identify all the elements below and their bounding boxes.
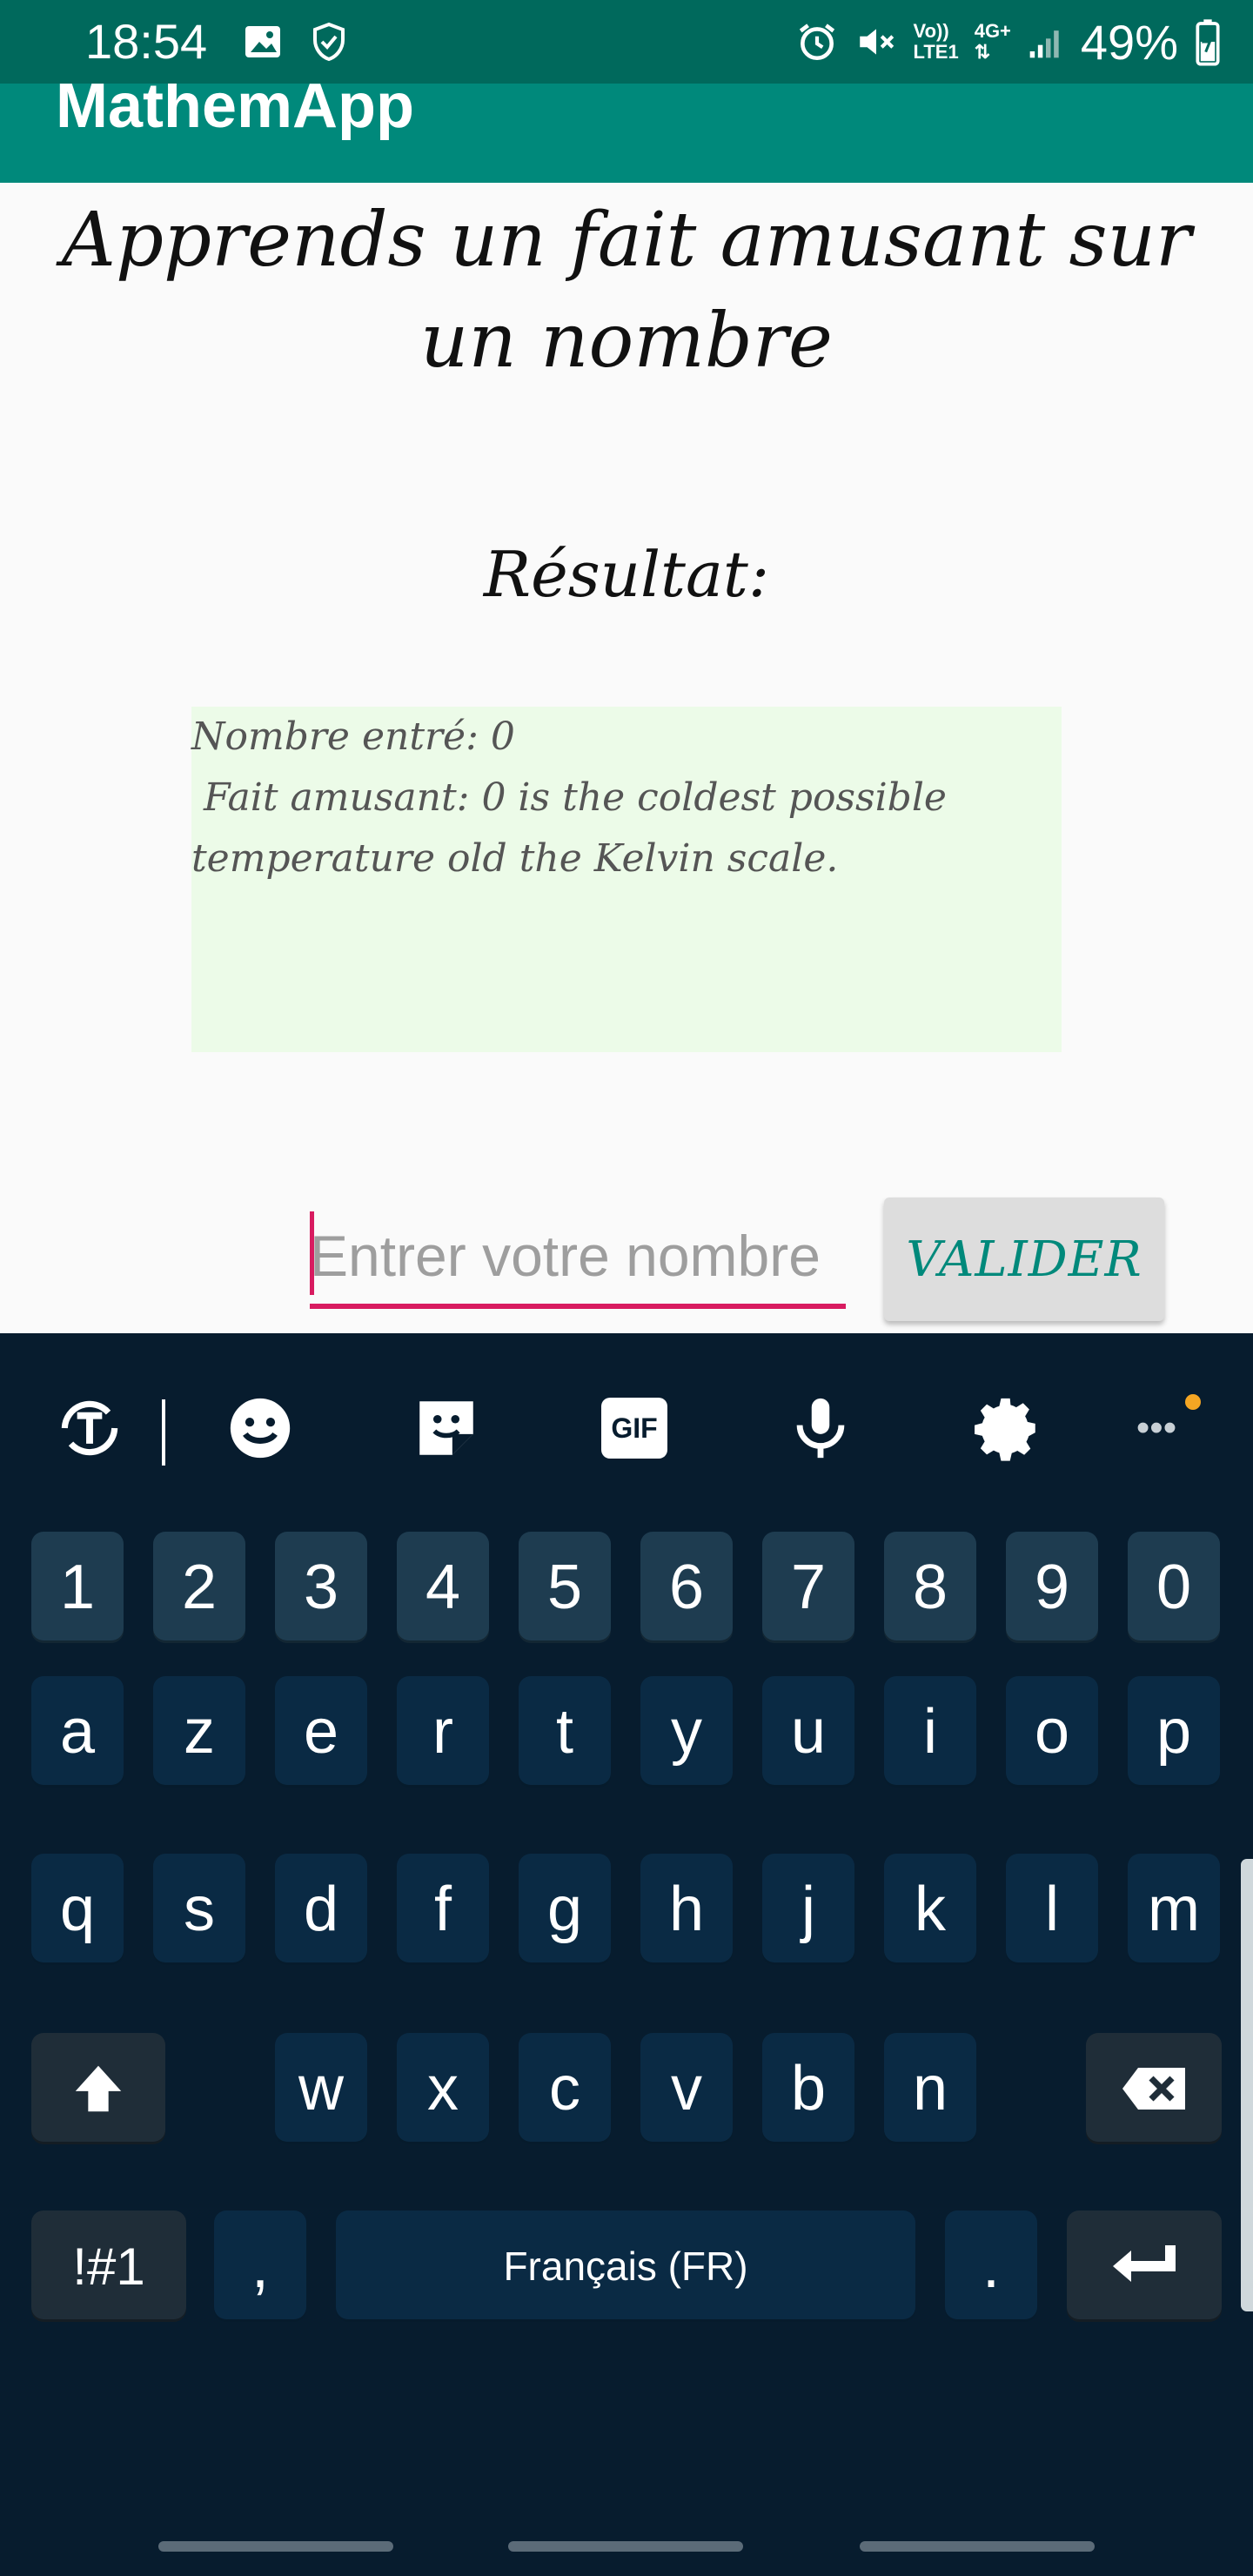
gif-icon[interactable]: GIF [595,1389,673,1467]
result-box: Nombre entré: 0 Fait amusant: 0 is the c… [191,707,1062,1052]
microphone-icon[interactable] [781,1389,860,1467]
backspace-icon [1122,2068,1185,2110]
network-type: 4G+ ⇅ [975,21,1011,63]
keyboard-scrollbar[interactable] [1241,1859,1253,2311]
mute-icon [859,29,894,55]
enter-icon [1113,2245,1176,2282]
backspace-key[interactable] [1086,2033,1222,2144]
key-z[interactable]: z [153,1676,245,1788]
net-type-label: 4G+ [974,20,1011,42]
net-top: Vo)) [913,20,949,42]
key-6[interactable]: 6 [640,1532,733,1643]
battery-percent: 49% [1080,14,1178,70]
key-5[interactable]: 5 [519,1532,611,1643]
key-u[interactable]: u [762,1676,854,1788]
key-1[interactable]: 1 [31,1532,124,1643]
key-a[interactable]: a [31,1676,124,1788]
shield-icon [313,22,345,62]
alarm-icon [799,23,834,61]
more-icon[interactable]: ••• [1117,1389,1196,1467]
key-f[interactable]: f [397,1854,489,1965]
status-left-icons [242,17,350,66]
status-right-icons: Vo)) LTE1 4G+ ⇅ 49% [795,12,1222,71]
net-bottom: LTE1 [913,41,959,63]
image-icon [245,26,280,57]
notification-dot [1185,1394,1201,1410]
key-k[interactable]: k [884,1854,976,1965]
text-translate-icon[interactable] [50,1389,129,1467]
gif-label: GIF [601,1398,667,1459]
key-9[interactable]: 9 [1006,1532,1098,1643]
nav-bar-left[interactable] [158,2541,393,2552]
key-c[interactable]: c [519,2033,611,2144]
key-r[interactable]: r [397,1676,489,1788]
settings-icon[interactable] [969,1389,1048,1467]
key-v[interactable]: v [640,2033,733,2144]
key-x[interactable]: x [397,2033,489,2144]
result-text: Nombre entré: 0 Fait amusant: 0 is the c… [191,714,947,881]
symbols-key[interactable]: !#1 [31,2210,186,2322]
key-g[interactable]: g [519,1854,611,1965]
key-s[interactable]: s [153,1854,245,1965]
key-i[interactable]: i [884,1676,976,1788]
signal-icon [1029,30,1059,58]
key-n[interactable]: n [884,2033,976,2144]
nav-bar-home[interactable] [508,2541,743,2552]
shift-key[interactable] [31,2033,165,2144]
key-j[interactable]: j [762,1854,854,1965]
battery-charging-icon [1196,19,1220,66]
key-q[interactable]: q [31,1854,124,1965]
key-m[interactable]: m [1128,1854,1220,1965]
data-arrows-icon: ⇅ [974,41,991,63]
key-b[interactable]: b [762,2033,854,2144]
key-2[interactable]: 2 [153,1532,245,1643]
key-4[interactable]: 4 [397,1532,489,1643]
key-3[interactable]: 3 [275,1532,367,1643]
enter-key[interactable] [1067,2210,1222,2322]
key-d[interactable]: d [275,1854,367,1965]
app-title: MathemApp [56,84,414,141]
app-bar: MathemApp [0,84,1253,183]
validate-button[interactable]: VALIDER [884,1197,1164,1321]
key-0[interactable]: 0 [1128,1532,1220,1643]
nav-bar-right[interactable] [860,2541,1095,2552]
comma-key[interactable]: , [214,2210,306,2322]
text-cursor [310,1211,314,1295]
key-o[interactable]: o [1006,1676,1098,1788]
emoji-icon[interactable] [221,1389,299,1467]
period-key[interactable]: . [945,2210,1037,2322]
key-l[interactable]: l [1006,1854,1098,1965]
toolbar-divider [162,1399,165,1466]
key-8[interactable]: 8 [884,1532,976,1643]
space-key[interactable]: Français (FR) [336,2210,915,2322]
status-bar: 18:54 Vo)) LTE1 4G+ ⇅ 49% [0,0,1253,84]
key-t[interactable]: t [519,1676,611,1788]
key-w[interactable]: w [275,2033,367,2144]
number-input[interactable] [310,1208,846,1309]
sticker-icon[interactable] [407,1389,486,1467]
status-time: 18:54 [85,14,208,69]
key-y[interactable]: y [640,1676,733,1788]
shift-icon [75,2065,122,2112]
network-indicator: Vo)) LTE1 [914,21,959,63]
page-heading: Apprends un fait amusant sur un nombre [61,197,1192,385]
result-label: Résultat: [483,538,770,611]
key-p[interactable]: p [1128,1676,1220,1788]
key-h[interactable]: h [640,1854,733,1965]
keyboard-toolbar: GIF ••• [0,1333,1253,1525]
key-e[interactable]: e [275,1676,367,1788]
key-7[interactable]: 7 [762,1532,854,1643]
